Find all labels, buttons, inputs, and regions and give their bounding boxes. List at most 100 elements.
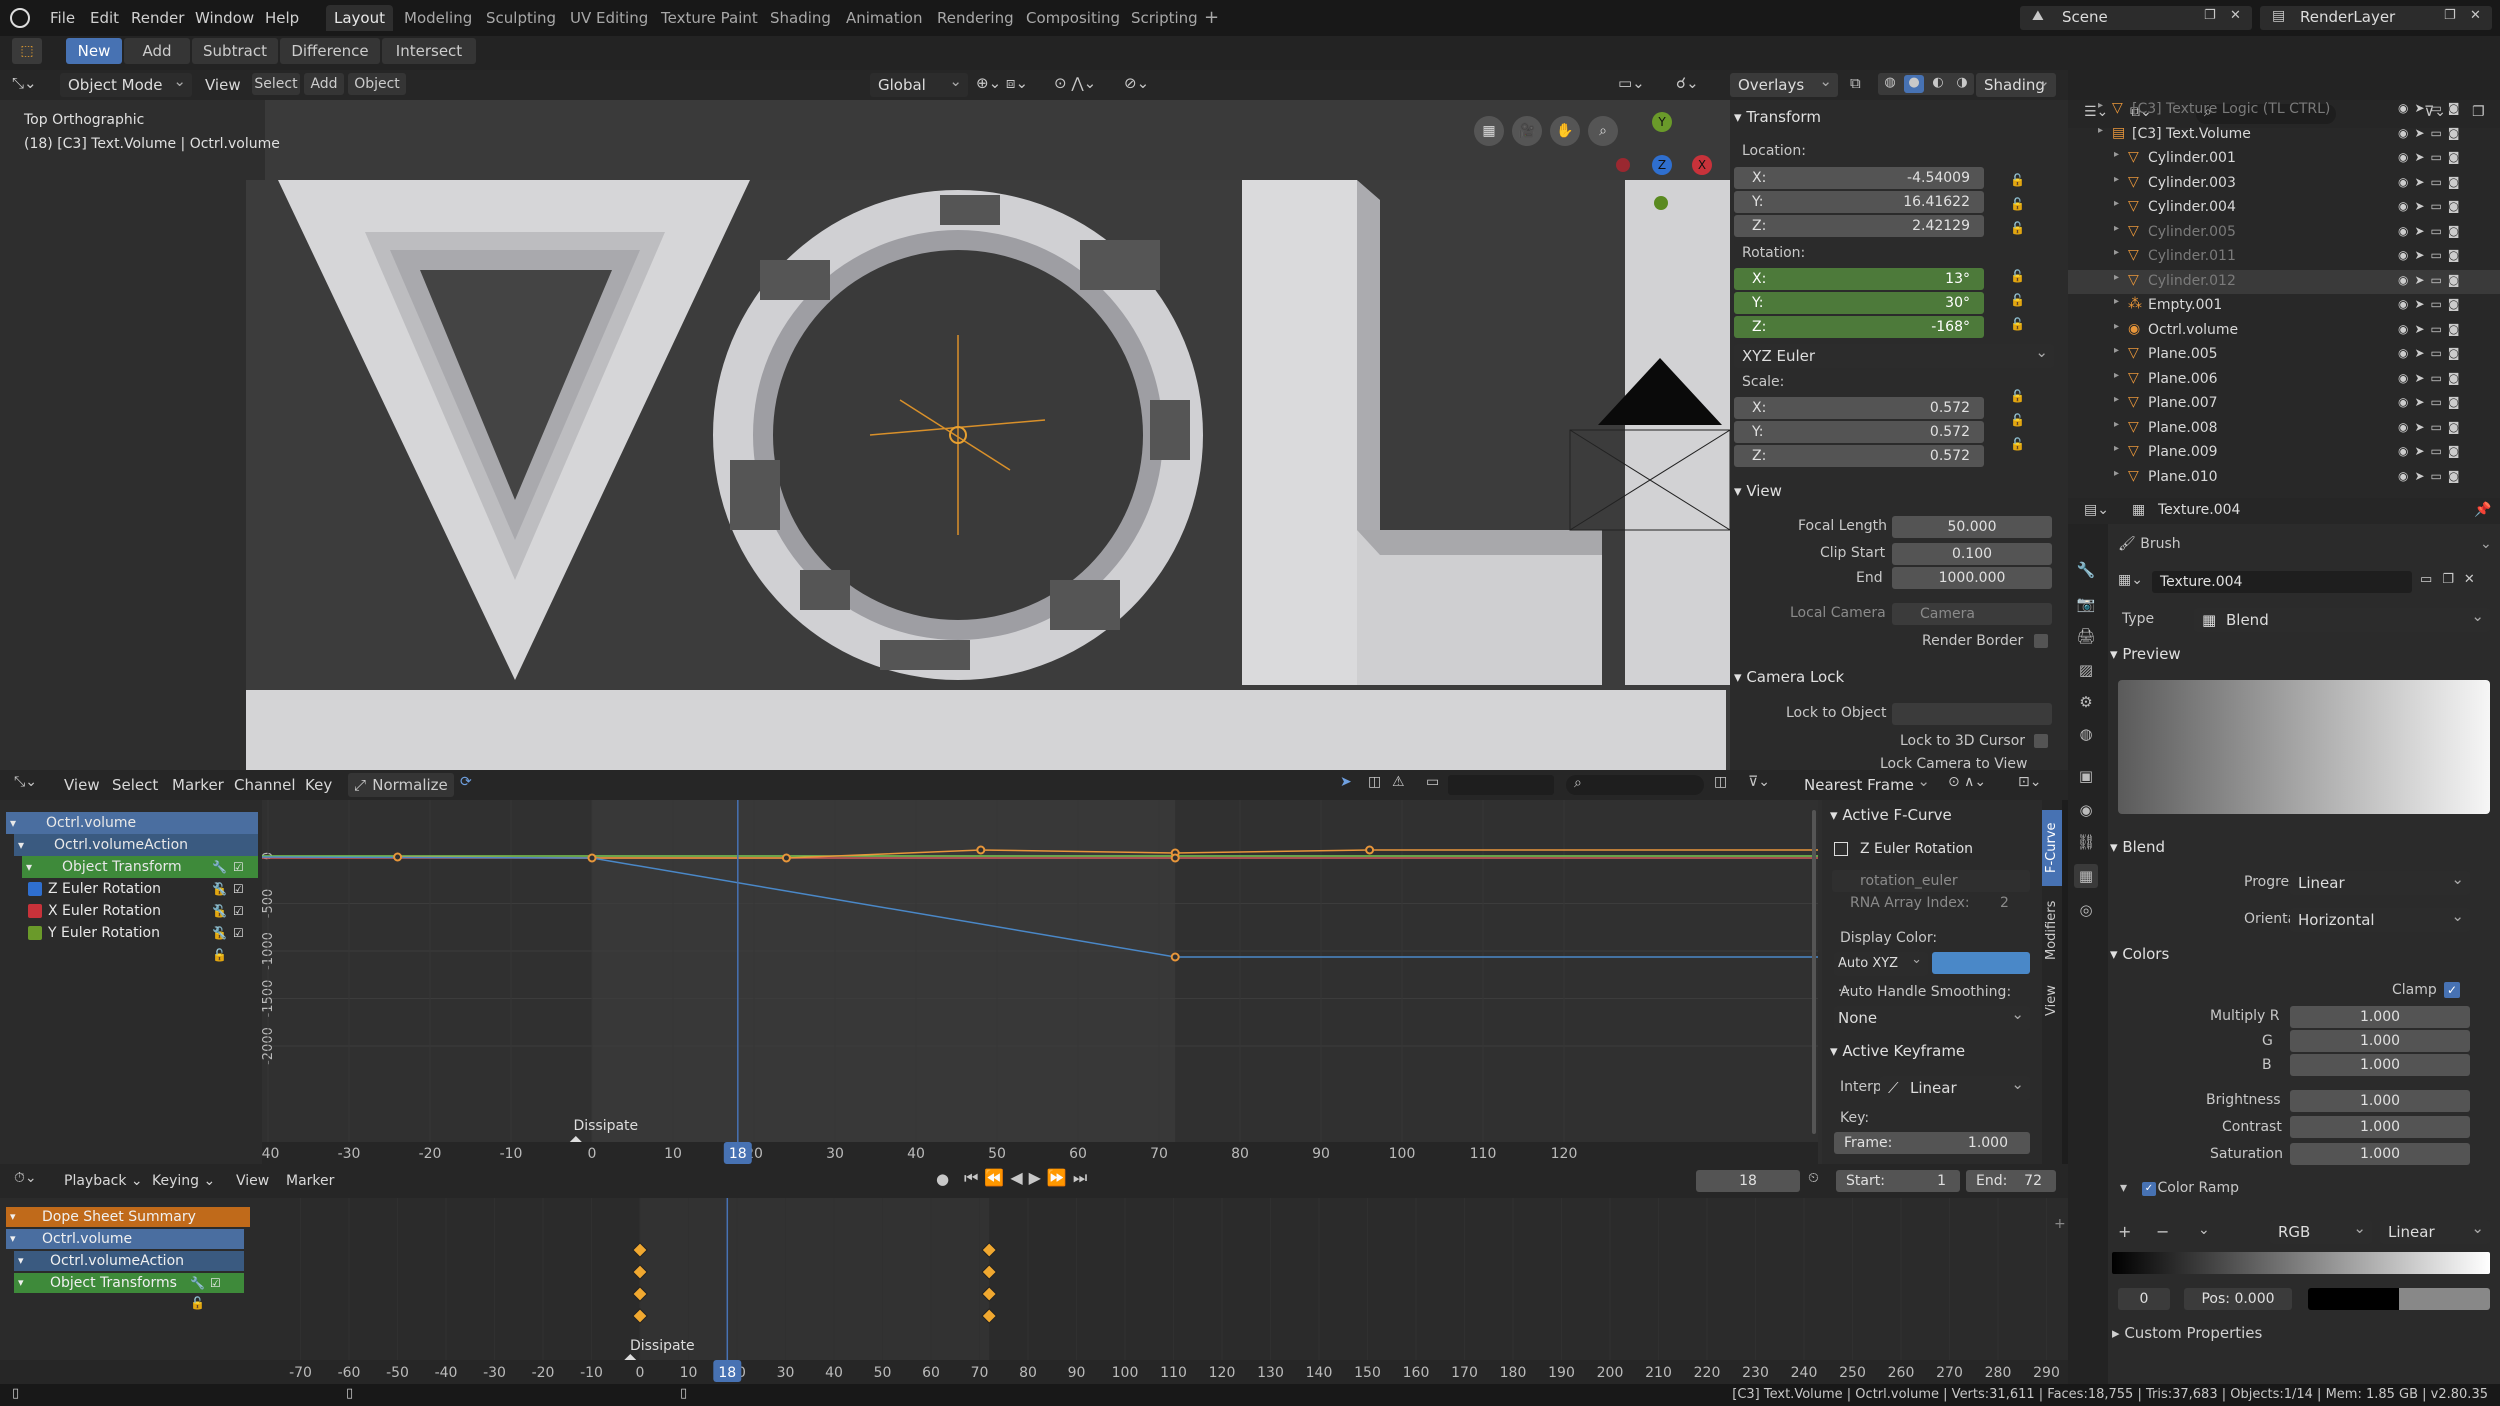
transform-orientation-dropdown[interactable]: Global [870,69,968,97]
graph-menu-view[interactable]: View [64,773,100,797]
view-layer-tab-icon[interactable]: ▨ [2074,658,2098,682]
outliner-row[interactable]: ▸ ◉ Octrl.volume ◉➤▭◙ [2068,319,2500,343]
delete-scene-icon[interactable]: ✕ [2230,8,2241,23]
expand-arrow-icon[interactable]: ▸ [2114,223,2119,234]
expand-arrow-icon[interactable]: ▸ [2114,174,2119,185]
timeline-menu-marker[interactable]: Marker [286,1169,334,1193]
outliner-row[interactable]: ▸ ▽ Cylinder.011 ◉➤▭◙ [2068,245,2500,269]
visibility-toggles[interactable]: ◉➤▭◙ [2398,322,2466,336]
outliner-row[interactable]: ▸ ▽ Plane.008 ◉➤▭◙ [2068,417,2500,441]
saturation-field[interactable]: 1.000 [2290,1143,2470,1165]
rotation-y-field[interactable]: Y: 30° [1734,292,1984,314]
colors-panel-header[interactable]: ▾ Colors [2110,945,2169,963]
dope-add-icon[interactable]: + [2054,1216,2066,1232]
frame-start-field[interactable]: Start: 1 [1836,1170,1960,1192]
dope-expand-icon[interactable]: ▾ [18,1251,24,1271]
bool-difference-button[interactable]: Difference [280,38,380,64]
dope-channel-row[interactable]: ▾ Object Transforms 🔧☑🔓 [14,1273,244,1310]
menu-window[interactable]: Window [195,4,254,32]
keyframe-handle[interactable] [976,845,986,855]
scale-y-field[interactable]: Y: 0.572 [1734,421,1984,443]
visibility-toggles[interactable]: ◉➤▭◙ [2398,199,2466,213]
gizmo-neg-y[interactable] [1654,196,1668,210]
ramp-interp-dropdown[interactable]: Linear [2380,1216,2490,1244]
constraints-tab-icon[interactable]: ⛓ [2074,830,2098,854]
tab-view[interactable]: View [2042,976,2062,1026]
shading-mode-buttons[interactable]: ◍ ● ◐ ◑ [1878,73,1974,95]
outliner-row[interactable]: ▸ ▽ Cylinder.003 ◉➤▭◙ [2068,172,2500,196]
object-tab-icon[interactable]: ▣ [2074,764,2098,788]
expand-arrow-icon[interactable]: ▸ [2114,296,2119,307]
outliner-row[interactable]: ▸ ▽ Plane.007 ◉➤▭◙ [2068,392,2500,416]
expand-arrow-icon[interactable]: ▸ [2098,125,2103,136]
preview-panel-header[interactable]: ▾ Preview [2110,645,2181,663]
channel-toggles-icon[interactable]: 🔧☑🔓 [212,922,258,966]
shading-dropdown[interactable]: Shading [1976,69,2056,97]
visibility-toggles[interactable]: ◉➤▭◙ [2398,224,2466,238]
tab-modifiers[interactable]: Modifiers [2042,892,2062,968]
texture-name-field[interactable]: Texture.004 [2152,571,2412,593]
outliner-row[interactable]: ▸ ▽ Plane.005 ◉➤▭◙ [2068,343,2500,367]
scale-z-field[interactable]: Z: 0.572 [1734,445,1984,467]
keyframe-frame-field[interactable]: Frame: 1.000 [1834,1132,2030,1154]
expand-arrow-icon[interactable]: ▸ [2114,149,2119,160]
active-keyframe-header[interactable]: ▾ Active Keyframe [1830,1042,1965,1060]
progression-dropdown[interactable]: Linear [2290,867,2470,895]
material-shading-icon[interactable]: ◐ [1928,75,1948,93]
visibility-toggles[interactable]: ◉➤▭◙ [2398,248,2466,262]
multiply-r-field[interactable]: 1.000 [2290,1006,2470,1028]
normalize-toggle[interactable]: ⤢ Normalize [348,773,454,797]
texture-tab-icon[interactable]: ▦ [2074,864,2098,888]
blender-logo-icon[interactable] [10,8,30,28]
ramp-remove-button[interactable]: − [2156,1222,2169,1241]
rotation-z-field[interactable]: Z: -168° [1734,316,1984,338]
tab-fcurve[interactable]: F-Curve [2042,810,2062,886]
tab-rendering[interactable]: Rendering [937,5,1014,31]
graph-menu-channel[interactable]: Channel [234,773,296,797]
snap-icon[interactable]: ⊙ ⋀⌄ [1054,74,1096,92]
expand-arrow-icon[interactable]: ▸ [2114,247,2119,258]
frame-end-field[interactable]: End: 72 [1966,1170,2056,1192]
visibility-toggles[interactable]: ◉➤▭◙ [2398,150,2466,164]
outliner-row[interactable]: ▸ ▽ Cylinder.004 ◉➤▭◙ [2068,196,2500,220]
camera-lock-panel-header[interactable]: ▾ Camera Lock [1734,668,1844,686]
select-tool-icon[interactable]: ⬚ [12,38,42,64]
expand-arrow-icon[interactable]: ▸ [2114,419,2119,430]
ramp-menu-icon[interactable]: ⌄ [2198,1222,2210,1238]
keyframe-handle[interactable] [587,853,597,863]
blend-panel-header[interactable]: ▾ Blend [2110,838,2165,856]
menu-edit[interactable]: Edit [90,4,119,32]
menu-object[interactable]: Object [348,73,406,95]
menu-help[interactable]: Help [265,4,299,32]
camera-icon[interactable]: 🎥 [1512,116,1542,146]
outliner-row[interactable]: ▸ ⁂ Empty.001 ◉➤▭◙ [2068,294,2500,318]
tab-scripting[interactable]: Scripting [1131,5,1198,31]
normalize-refresh-icon[interactable]: ⟳ [460,774,472,790]
keyframe-handle[interactable] [1170,853,1180,863]
bool-new-button[interactable]: New [66,38,122,64]
fcurve-path-field[interactable]: rotation_euler [1832,870,2030,892]
clip-end-field[interactable]: 1000.000 [1892,567,2052,589]
3d-viewport[interactable]: Top Orthographic (18) [C3] Text.Volume |… [0,100,1730,770]
collection-filter-icon[interactable]: ▭ [1426,774,1439,790]
expand-arrow-icon[interactable]: ▸ [2114,321,2119,332]
brightness-field[interactable]: 1.000 [2290,1090,2470,1112]
channel-color-swatch[interactable] [28,904,42,918]
menu-add[interactable]: Add [304,73,344,95]
graph-curve-area[interactable]: 0-500-1000-1500-2000-60-50-40-30-20-1001… [262,800,1818,1164]
outliner-row[interactable]: ▸ ▽ Plane.010 ◉➤▭◙ [2068,466,2500,490]
channel-color-swatch[interactable] [28,926,42,940]
pivot-point-icon[interactable]: ⊙ ∧⌄ [1948,774,1986,790]
proportional-graph-icon[interactable]: ⊡⌄ [2018,774,2041,790]
solid-shading-icon[interactable]: ● [1904,75,1924,93]
location-x-field[interactable]: X: -4.54009 [1734,167,1984,189]
playback-controls[interactable]: ⏮⏪◀▶⏩⏭ [964,1168,1093,1188]
visibility-toggles[interactable]: ◉➤▭◙ [2398,395,2466,409]
keyframe-handle[interactable] [1170,952,1180,962]
outliner-row[interactable]: ▸ ▽ Plane.009 ◉➤▭◙ [2068,441,2500,465]
visibility-toggles[interactable]: ◉➤▭◙ [2398,297,2466,311]
menu-file[interactable]: File [50,4,75,32]
interp-dropdown[interactable]: ⟋ Linear [1880,1072,2030,1100]
gizmo-neg-x[interactable] [1616,158,1630,172]
ramp-color-swatch[interactable] [2308,1288,2490,1310]
